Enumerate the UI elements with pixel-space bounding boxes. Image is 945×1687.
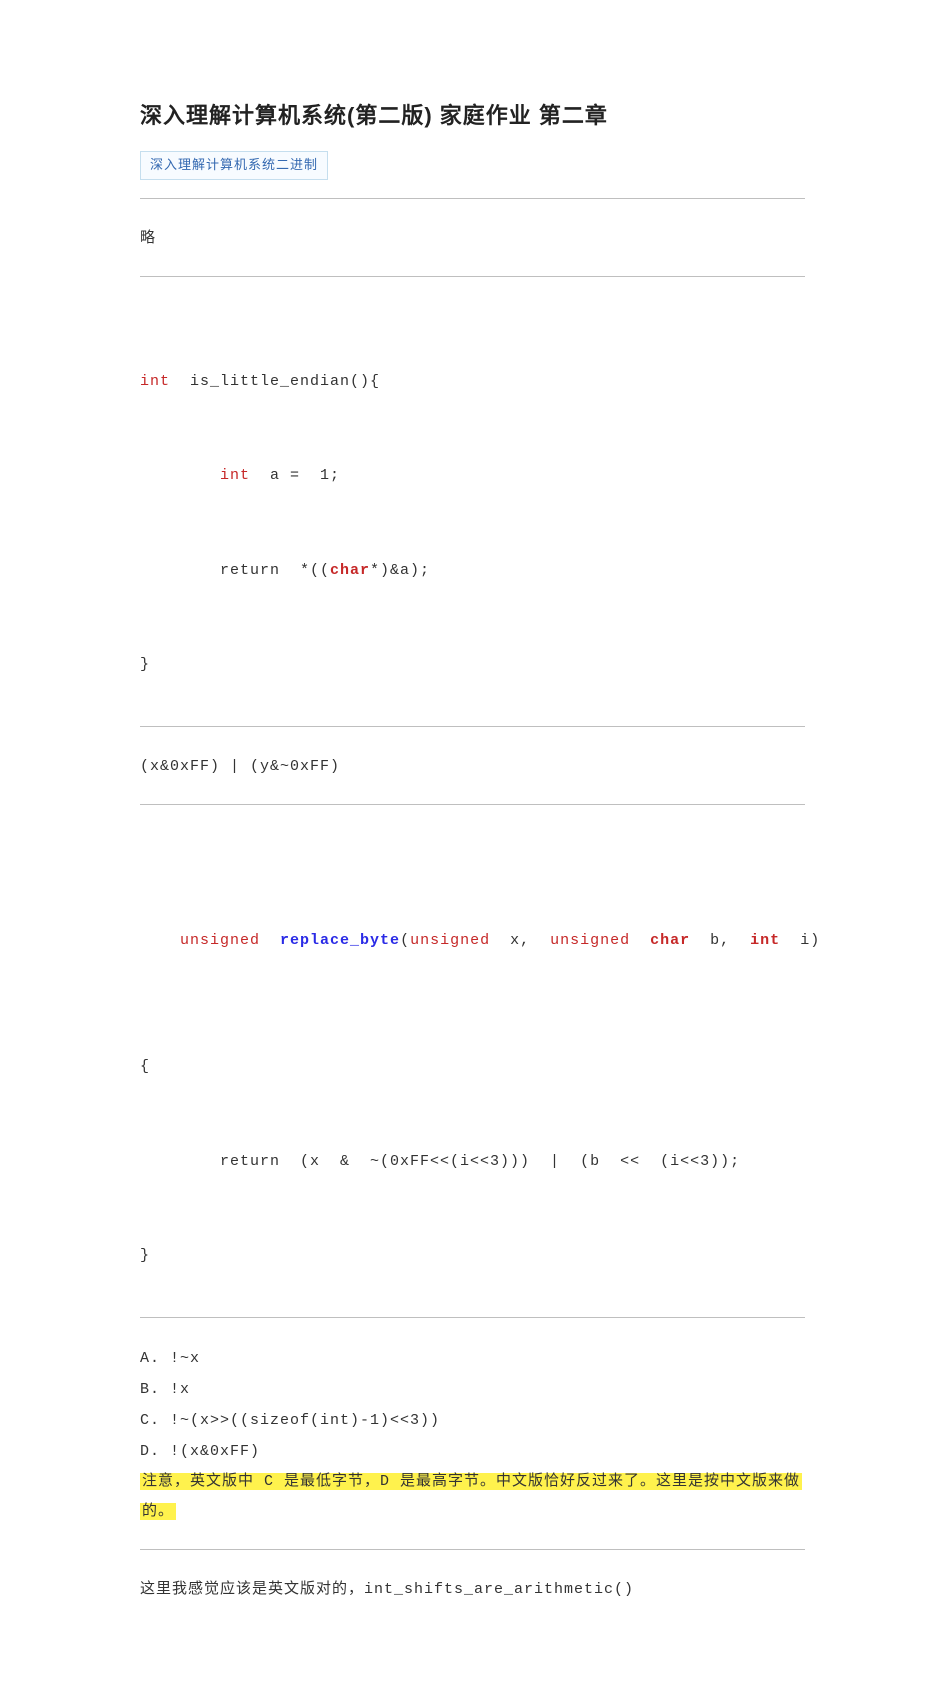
code-function: replace_byte [260, 932, 400, 949]
code-text: } [140, 649, 805, 681]
code-text: return *(( [140, 562, 330, 579]
code-keyword: int [750, 932, 780, 949]
highlight-line-1: 注意，英文版中 C 是最低字节，D 是最高字节。中文版恰好反过来了。这里是按中文… [140, 1473, 802, 1490]
answer-item: D. !(x&0xFF) [140, 1437, 805, 1468]
code-keyword: unsigned [550, 932, 630, 949]
code-keyword: char [650, 932, 690, 949]
code-text: i) [780, 932, 820, 949]
divider [140, 1317, 805, 1318]
code-keyword: unsigned [180, 932, 260, 949]
code-text: *)&a); [370, 562, 430, 579]
answer-item: B. !x [140, 1375, 805, 1406]
divider [140, 726, 805, 727]
code-text: return (x & ~(0xFF<<(i<<3))) | (b << (i<… [140, 1146, 805, 1178]
code-text: is_little_endian(){ [170, 373, 380, 390]
code-text: a = 1; [250, 467, 340, 484]
code-text [630, 932, 650, 949]
code-block-1: int is_little_endian(){ int a = 1; retur… [140, 303, 805, 713]
code-keyword: int [140, 373, 170, 390]
highlight-note: 注意，英文版中 C 是最低字节，D 是最高字节。中文版恰好反过来了。这里是按中文… [140, 1467, 805, 1527]
answer-item: A. !~x [140, 1344, 805, 1375]
footer-note: 这里我感觉应该是英文版对的，int_shifts_are_arithmetic(… [140, 1576, 805, 1605]
code-block-2: unsigned replace_byte(unsigned x, unsign… [140, 831, 805, 1304]
tag-keyword[interactable]: 深入理解计算机系统二进制 [140, 151, 328, 181]
expression-text: (x&0xFF) | (y&~0xFF) [140, 753, 805, 782]
divider [140, 804, 805, 805]
code-keyword: unsigned [410, 932, 490, 949]
page-title: 深入理解计算机系统(第二版) 家庭作业 第二章 [140, 95, 805, 137]
answer-item: C. !~(x>>((sizeof(int)-1)<<3)) [140, 1406, 805, 1437]
code-text: b, [690, 932, 750, 949]
divider [140, 198, 805, 199]
divider [140, 1549, 805, 1550]
tag-row: 深入理解计算机系统二进制 [140, 151, 805, 181]
code-text: ( [400, 932, 410, 949]
code-text: x, [490, 932, 550, 949]
code-keyword: int [220, 467, 250, 484]
code-text: } [140, 1240, 805, 1272]
code-indent [140, 467, 220, 484]
highlight-line-2: 的。 [140, 1503, 176, 1520]
omit-text: 略 [140, 225, 805, 254]
answer-list: A. !~x B. !x C. !~(x>>((sizeof(int)-1)<<… [140, 1344, 805, 1527]
code-text: { [140, 1051, 805, 1083]
code-keyword: char [330, 562, 370, 579]
divider [140, 276, 805, 277]
